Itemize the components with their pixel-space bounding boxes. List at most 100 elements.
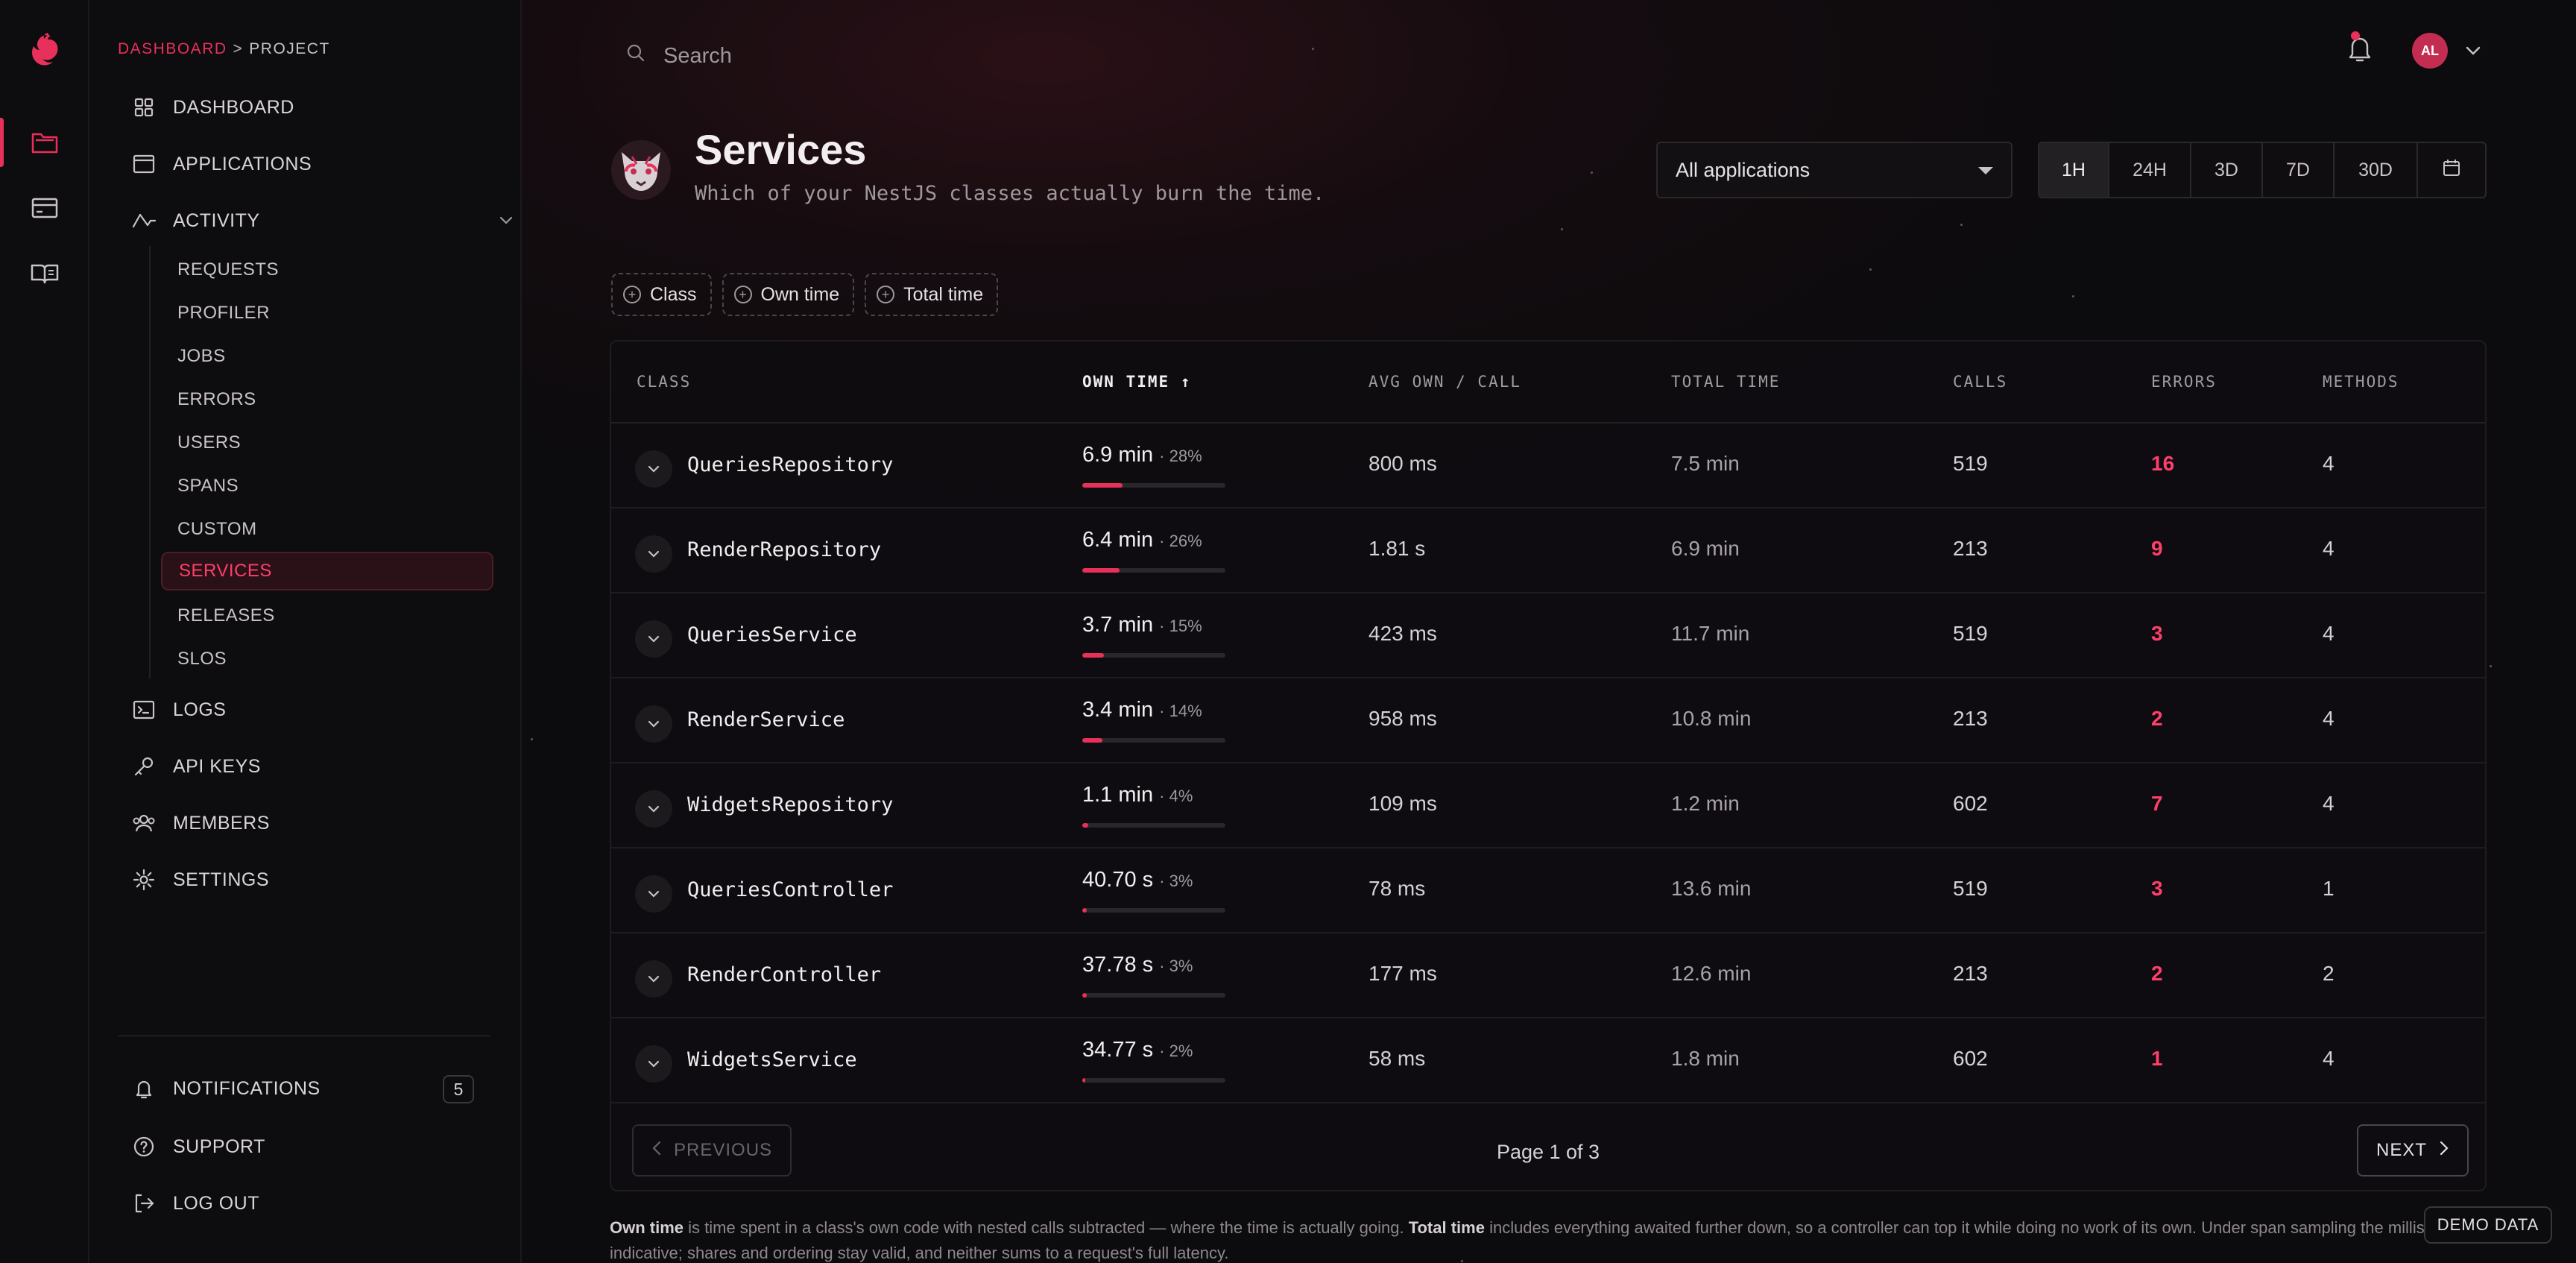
- calls-count: 519: [1953, 452, 1988, 475]
- sidebar-subitem-profiler[interactable]: PROFILER: [161, 294, 493, 333]
- own-time-share-bar: [1082, 738, 1225, 743]
- own-time: 3.7 min · 15%: [1082, 613, 1202, 637]
- errors-count[interactable]: 3: [2151, 622, 2163, 646]
- class-name[interactable]: QueriesRepository: [687, 453, 893, 476]
- sidebar-subitem-slos[interactable]: SLOS: [161, 640, 493, 678]
- sidebar-subitem-spans[interactable]: SPANS: [161, 467, 493, 505]
- sidebar-subitem-releases[interactable]: RELEASES: [161, 596, 493, 635]
- total-time: 6.9 min: [1671, 537, 1740, 560]
- class-name[interactable]: RenderService: [687, 708, 845, 731]
- class-name[interactable]: QueriesService: [687, 623, 857, 646]
- errors-count[interactable]: 2: [2151, 962, 2163, 986]
- calendar-icon: [2442, 158, 2461, 183]
- sidebar-item-api-keys[interactable]: API KEYS: [131, 746, 534, 787]
- range-7d-button[interactable]: 7D: [2263, 143, 2334, 197]
- class-name[interactable]: QueriesController: [687, 878, 893, 901]
- rail-projects-button[interactable]: [0, 116, 89, 168]
- errors-count[interactable]: 1: [2151, 1047, 2163, 1071]
- errors-count[interactable]: 7: [2151, 792, 2163, 816]
- filter-chip-total-time[interactable]: + Total time: [865, 273, 999, 316]
- sidebar-item-label: SUPPORT: [173, 1136, 265, 1157]
- page-subtitle: Which of your NestJS classes actually bu…: [695, 182, 1325, 205]
- sidebar-item-logs[interactable]: LOGS: [131, 689, 534, 731]
- own-time-share-bar: [1082, 993, 1225, 998]
- filter-chip-own-time[interactable]: + Own time: [722, 273, 855, 316]
- background-star: [2072, 295, 2074, 297]
- own-time: 1.1 min · 4%: [1082, 783, 1193, 807]
- avg-own-per-call: 58 ms: [1368, 1047, 1426, 1070]
- table-row[interactable]: QueriesService 3.7 min · 15% 423 ms 11.7 mi…: [611, 593, 2485, 678]
- table-row[interactable]: QueriesController 40.70 s · 3% 78 ms 13.6 m…: [611, 848, 2485, 933]
- sidebar-item-support[interactable]: SUPPORT: [131, 1126, 534, 1168]
- breadcrumb-dashboard[interactable]: DASHBOARD: [118, 40, 227, 58]
- expand-row-button[interactable]: [635, 535, 672, 573]
- sidebar-item-activity[interactable]: ACTIVITY: [131, 200, 534, 242]
- chevron-down-icon[interactable]: [2463, 42, 2484, 63]
- rail-billing-button[interactable]: [0, 182, 89, 234]
- table-row[interactable]: RenderController 37.78 s · 3% 177 ms 12.6 m…: [611, 933, 2485, 1018]
- expand-row-button[interactable]: [635, 450, 672, 488]
- expand-row-button[interactable]: [635, 790, 672, 828]
- column-header-methods[interactable]: METHODS: [2323, 373, 2399, 391]
- sidebar-subitem-jobs[interactable]: JOBS: [161, 337, 493, 376]
- table-row[interactable]: WidgetsRepository 1.1 min · 4% 109 ms 1.2 m…: [611, 763, 2485, 848]
- application-select-value: All applications: [1676, 158, 1811, 181]
- sidebar-item-members[interactable]: MEMBERS: [131, 802, 534, 844]
- column-header-total-time[interactable]: TOTAL TIME: [1671, 373, 1780, 391]
- calls-count: 213: [1953, 707, 1988, 730]
- calendar-button[interactable]: [2418, 143, 2485, 197]
- expand-row-button[interactable]: [635, 1045, 672, 1083]
- avatar[interactable]: AL: [2412, 33, 2448, 69]
- table-row[interactable]: WidgetsService 34.77 s · 2% 58 ms 1.8 min 60…: [611, 1018, 2485, 1103]
- filter-chip-class[interactable]: + Class: [611, 273, 712, 316]
- sidebar-item-dashboard[interactable]: DASHBOARD: [131, 86, 534, 128]
- column-header-avg-own-call[interactable]: AVG OWN / CALL: [1368, 373, 1521, 391]
- range-1h-button[interactable]: 1H: [2039, 143, 2109, 197]
- column-header-class[interactable]: CLASS: [637, 373, 691, 391]
- demo-data-badge[interactable]: DEMO DATA: [2424, 1206, 2552, 1244]
- class-name[interactable]: RenderRepository: [687, 538, 881, 561]
- sidebar-item-applications[interactable]: APPLICATIONS: [131, 143, 534, 185]
- range-24h-button[interactable]: 24H: [2109, 143, 2191, 197]
- sidebar-subitem-errors[interactable]: ERRORS: [161, 380, 493, 419]
- own-time-share: · 3%: [1159, 872, 1193, 890]
- column-header-errors[interactable]: ERRORS: [2151, 373, 2217, 391]
- column-header-calls[interactable]: CALLS: [1953, 373, 2007, 391]
- sidebar-subitem-services[interactable]: SERVICES: [161, 552, 493, 590]
- sidebar-subitem-custom[interactable]: CUSTOM: [161, 510, 493, 549]
- search-input[interactable]: Search: [663, 44, 732, 69]
- expand-row-button[interactable]: [635, 705, 672, 743]
- sidebar-item-settings[interactable]: SETTINGS: [131, 859, 534, 901]
- range-30d-button[interactable]: 30D: [2334, 143, 2418, 197]
- rail-docs-button[interactable]: [0, 248, 89, 300]
- page-info: Page 1 of 3: [1496, 1141, 1600, 1163]
- errors-count[interactable]: 3: [2151, 877, 2163, 901]
- expand-row-button[interactable]: [635, 960, 672, 998]
- class-name[interactable]: WidgetsService: [687, 1048, 857, 1071]
- sidebar-subitem-requests[interactable]: REQUESTS: [161, 251, 493, 289]
- class-name[interactable]: RenderController: [687, 963, 881, 986]
- table-row[interactable]: RenderService 3.4 min · 14% 958 ms 10.8 min…: [611, 678, 2485, 763]
- footnote-total-term: Total time: [1408, 1218, 1485, 1237]
- errors-count[interactable]: 16: [2151, 452, 2174, 476]
- class-name[interactable]: WidgetsRepository: [687, 793, 893, 816]
- errors-count[interactable]: 2: [2151, 707, 2163, 731]
- breadcrumb-project[interactable]: PROJECT: [249, 40, 330, 58]
- table-row[interactable]: QueriesRepository 6.9 min · 28% 800 ms 7.5 …: [611, 423, 2485, 508]
- range-3d-button[interactable]: 3D: [2191, 143, 2263, 197]
- sidebar-item-label: ACTIVITY: [173, 210, 260, 231]
- chevron-down-icon[interactable]: [496, 210, 516, 235]
- expand-row-button[interactable]: [635, 875, 672, 913]
- table-header: CLASS OWN TIME ↑ AVG OWN / CALL TOTAL TI…: [611, 341, 2485, 423]
- application-select[interactable]: All applications: [1656, 142, 2012, 198]
- sidebar-subitem-users[interactable]: USERS: [161, 423, 493, 462]
- table-row[interactable]: RenderRepository 6.4 min · 26% 1.81 s 6.9 m…: [611, 508, 2485, 593]
- notifications-bell-icon[interactable]: [2345, 31, 2375, 68]
- next-page-button[interactable]: NEXT: [2357, 1124, 2469, 1177]
- nestjs-logo-icon[interactable]: [22, 28, 67, 73]
- search-bar[interactable]: Search: [625, 42, 732, 70]
- sidebar-item-logout[interactable]: LOG OUT: [131, 1182, 534, 1224]
- errors-count[interactable]: 9: [2151, 537, 2163, 561]
- column-header-own-time[interactable]: OWN TIME ↑: [1082, 373, 1191, 391]
- expand-row-button[interactable]: [635, 620, 672, 658]
